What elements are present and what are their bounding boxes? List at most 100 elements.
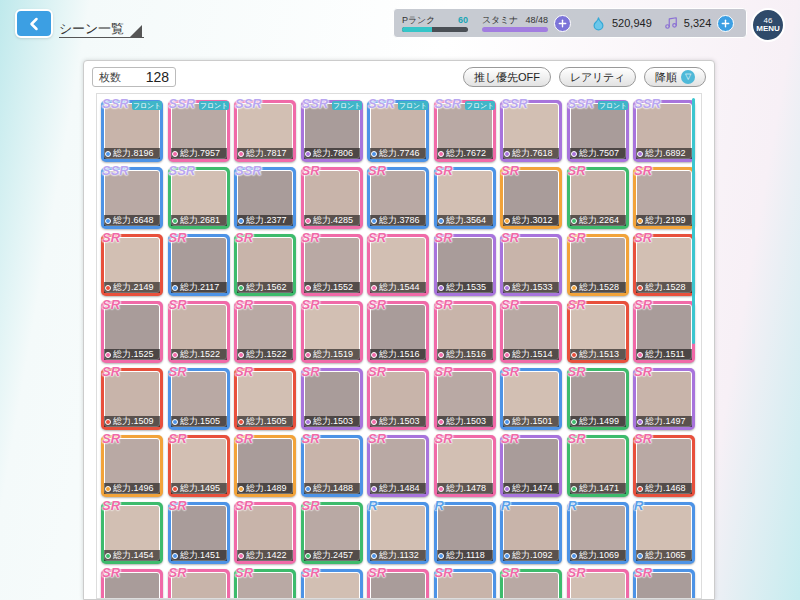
scene-card[interactable]: SR総力.4285 — [301, 167, 363, 229]
scene-card[interactable]: R総力.1069 — [567, 502, 629, 564]
attribute-dot — [571, 285, 577, 291]
scene-card[interactable]: SR総力.1535 — [434, 234, 496, 296]
scene-card[interactable]: SR — [500, 569, 562, 599]
scene-card[interactable]: SR総力.1451 — [168, 502, 230, 564]
scene-card[interactable]: SR — [633, 569, 695, 599]
rarity-badge: SSR — [102, 97, 129, 110]
scene-card[interactable]: SR総力.1503 — [301, 368, 363, 430]
scene-card[interactable]: SR — [234, 569, 296, 599]
rarity-badge: SR — [235, 432, 253, 445]
rarity-badge: SR — [435, 164, 453, 177]
scene-card[interactable]: SR総力.1528 — [567, 234, 629, 296]
rarity-badge: SR — [501, 365, 519, 378]
power-label: 総力.1516 — [370, 349, 426, 360]
scene-card[interactable]: SR総力.1489 — [234, 435, 296, 497]
scene-card[interactable]: SR総力.1513 — [567, 301, 629, 363]
sort-button[interactable]: 推し優先OFF — [463, 67, 551, 87]
scene-card[interactable]: SR総力.1471 — [567, 435, 629, 497]
scene-card[interactable]: SR総力.2264 — [567, 167, 629, 229]
scrollbar[interactable] — [692, 98, 695, 344]
scene-card[interactable]: SR総力.1488 — [301, 435, 363, 497]
scene-card[interactable]: SSRフロント総力.7672 — [434, 100, 496, 162]
scene-card[interactable]: SR総力.1562 — [234, 234, 296, 296]
note-icon — [664, 16, 678, 30]
scene-card[interactable]: R総力.1118 — [434, 502, 496, 564]
scene-card[interactable]: SR総力.1514 — [500, 301, 562, 363]
scene-card[interactable]: SSRフロント総力.7957 — [168, 100, 230, 162]
scene-card[interactable]: SR総力.1474 — [500, 435, 562, 497]
scene-card[interactable]: SR — [434, 569, 496, 599]
scene-card[interactable]: SR総力.1544 — [367, 234, 429, 296]
power-label: 総力.1513 — [570, 349, 626, 360]
scene-card[interactable]: SR総力.1484 — [367, 435, 429, 497]
scene-card[interactable]: SSR総力.6892 — [633, 100, 695, 162]
back-button[interactable] — [15, 9, 53, 38]
scene-card[interactable]: SR — [301, 569, 363, 599]
notes-plus-button[interactable] — [717, 15, 734, 32]
rarity-badge: SR — [634, 365, 652, 378]
scene-card[interactable]: SR総力.1422 — [234, 502, 296, 564]
sort-button[interactable]: 降順▽ — [644, 67, 706, 87]
scene-card[interactable]: SR総力.1503 — [367, 368, 429, 430]
scene-card[interactable]: SR総力.1525 — [101, 301, 163, 363]
scene-card[interactable]: SR総力.1468 — [633, 435, 695, 497]
scene-card[interactable]: SR — [367, 569, 429, 599]
scene-card[interactable]: SR総力.2199 — [633, 167, 695, 229]
scene-card[interactable]: R総力.1065 — [633, 502, 695, 564]
scene-card[interactable]: SR総力.2117 — [168, 234, 230, 296]
scene-card[interactable]: SR総力.1496 — [101, 435, 163, 497]
scene-card[interactable]: SR総力.1533 — [500, 234, 562, 296]
scene-card[interactable]: SR総力.1519 — [301, 301, 363, 363]
scene-card[interactable]: SSRフロント総力.7746 — [367, 100, 429, 162]
scene-card[interactable]: SR総力.1522 — [168, 301, 230, 363]
attribute-dot — [637, 151, 643, 157]
scene-card[interactable]: SSR総力.7618 — [500, 100, 562, 162]
scene-card[interactable]: R総力.1092 — [500, 502, 562, 564]
scene-card[interactable]: SSR総力.7817 — [234, 100, 296, 162]
attribute-dot — [105, 419, 111, 425]
scene-card[interactable]: SR総力.1503 — [434, 368, 496, 430]
stamina-plus-button[interactable] — [554, 15, 571, 32]
sort-button[interactable]: レアリティ — [559, 67, 636, 87]
scene-card[interactable]: SR総力.3786 — [367, 167, 429, 229]
scene-card[interactable]: SR総力.1495 — [168, 435, 230, 497]
scene-card[interactable]: SR総力.1478 — [434, 435, 496, 497]
scene-card[interactable]: R総力.1132 — [367, 502, 429, 564]
scene-card[interactable]: SR総力.1505 — [234, 368, 296, 430]
scene-card[interactable]: SR総力.2149 — [101, 234, 163, 296]
power-label: 総力.7746 — [370, 148, 426, 159]
scene-card[interactable]: SR — [567, 569, 629, 599]
attribute-dot — [172, 151, 178, 157]
scene-card[interactable]: SR総力.1499 — [567, 368, 629, 430]
scene-card[interactable]: SR総力.1516 — [367, 301, 429, 363]
scene-card[interactable]: SR総力.2457 — [301, 502, 363, 564]
scene-card[interactable]: SR — [168, 569, 230, 599]
scene-card[interactable]: SR総力.1454 — [101, 502, 163, 564]
scene-card[interactable]: SR総力.1509 — [101, 368, 163, 430]
rarity-badge: SR — [368, 365, 386, 378]
panel-header: 枚数128推し優先OFFレアリティ降順▽ — [84, 61, 714, 93]
scene-card[interactable]: SR総力.1505 — [168, 368, 230, 430]
rarity-badge: SR — [568, 432, 586, 445]
scene-card[interactable]: SSRフロント総力.7507 — [567, 100, 629, 162]
scene-card[interactable]: SR総力.3564 — [434, 167, 496, 229]
scene-card[interactable]: SSR総力.2681 — [168, 167, 230, 229]
attribute-dot — [571, 553, 577, 559]
scene-card[interactable]: SR総力.1501 — [500, 368, 562, 430]
scene-card[interactable]: SR総力.3012 — [500, 167, 562, 229]
power-label: 総力.1528 — [570, 282, 626, 293]
scene-card[interactable]: SR総力.1552 — [301, 234, 363, 296]
scene-card[interactable]: SSR総力.6648 — [101, 167, 163, 229]
rarity-badge: SR — [169, 566, 187, 579]
scene-card[interactable]: SSRフロント総力.7806 — [301, 100, 363, 162]
scene-card[interactable]: SR総力.1516 — [434, 301, 496, 363]
scene-card[interactable]: SR — [101, 569, 163, 599]
rarity-badge: SR — [102, 432, 120, 445]
scene-card[interactable]: SR総力.1522 — [234, 301, 296, 363]
menu-button[interactable]: 46MENU — [751, 8, 785, 42]
scene-card[interactable]: SR総力.1511 — [633, 301, 695, 363]
scene-card[interactable]: SSRフロント総力.8196 — [101, 100, 163, 162]
scene-card[interactable]: SSR総力.2377 — [234, 167, 296, 229]
scene-card[interactable]: SR総力.1497 — [633, 368, 695, 430]
scene-card[interactable]: SR総力.1528 — [633, 234, 695, 296]
